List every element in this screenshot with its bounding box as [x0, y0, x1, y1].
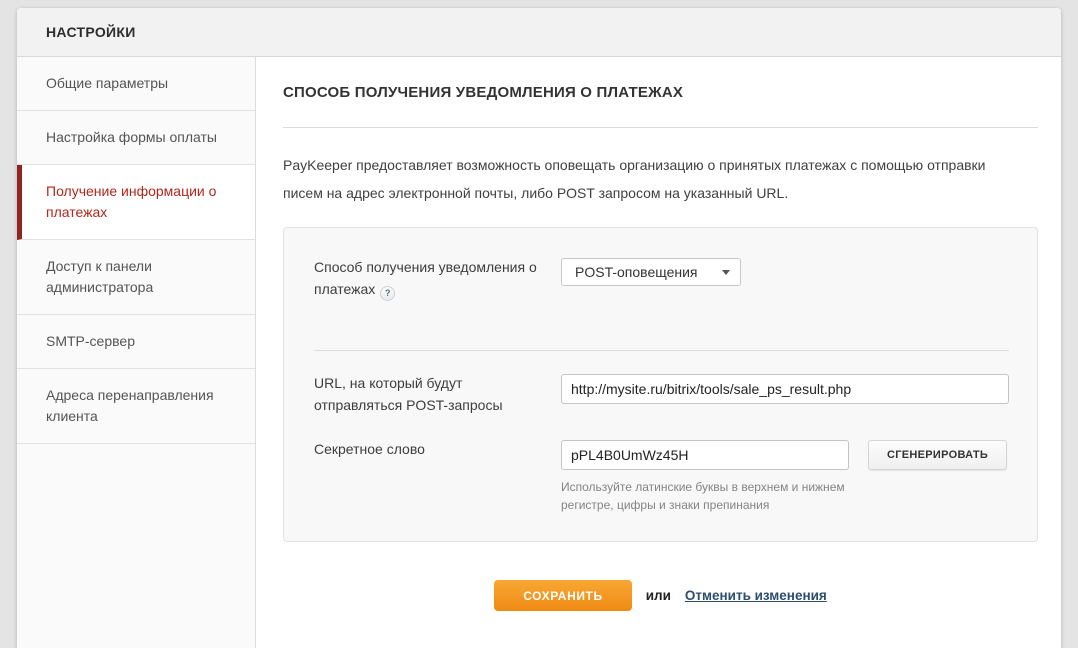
secret-word-field-group: СГЕНЕРИРОВАТЬ Используйте латинские букв…	[561, 438, 1007, 514]
settings-panel: Способ получения уведомления о платежах?…	[283, 227, 1038, 542]
secret-word-label: Секретное слово	[314, 438, 561, 460]
chevron-down-icon	[722, 270, 730, 275]
window-header: НАСТРОЙКИ	[17, 8, 1061, 57]
or-text: или	[646, 588, 671, 603]
notify-method-selected-value: POST-оповещения	[575, 264, 698, 280]
sidebar-item-payment-info[interactable]: Получение информации о платежах	[17, 165, 255, 240]
actions-row: СОХРАНИТЬ или Отменить изменения	[283, 580, 1038, 611]
cancel-link[interactable]: Отменить изменения	[685, 588, 827, 603]
notify-method-label: Способ получения уведомления о платежах?	[314, 256, 561, 301]
notify-method-row: Способ получения уведомления о платежах?…	[314, 256, 1009, 301]
secret-word-input[interactable]	[561, 440, 849, 470]
sidebar-item-label: Общие параметры	[46, 75, 168, 91]
page-title: СПОСОБ ПОЛУЧЕНИЯ УВЕДОМЛЕНИЯ О ПЛАТЕЖАХ	[283, 84, 1038, 101]
notify-method-select[interactable]: POST-оповещения	[561, 258, 741, 286]
post-url-label: URL, на который будут отправляться POST-…	[314, 372, 561, 416]
settings-window: НАСТРОЙКИ Общие параметры Настройка форм…	[17, 8, 1061, 648]
help-icon[interactable]: ?	[380, 286, 395, 301]
title-divider	[283, 127, 1038, 128]
sidebar-item-admin-access[interactable]: Доступ к панели администратора	[17, 240, 255, 315]
sidebar-item-label: Адреса перенаправления клиента	[46, 387, 214, 424]
sidebar-item-label: Доступ к панели администратора	[46, 258, 153, 295]
panel-divider	[314, 350, 1009, 351]
window-body: Общие параметры Настройка формы оплаты П…	[17, 57, 1061, 648]
post-url-input[interactable]	[561, 374, 1009, 404]
sidebar-item-payment-form[interactable]: Настройка формы оплаты	[17, 111, 255, 165]
settings-main-content: СПОСОБ ПОЛУЧЕНИЯ УВЕДОМЛЕНИЯ О ПЛАТЕЖАХ …	[256, 57, 1061, 648]
sidebar-item-general-params[interactable]: Общие параметры	[17, 57, 255, 111]
secret-word-input-row: СГЕНЕРИРОВАТЬ	[561, 438, 1007, 470]
post-url-row: URL, на который будут отправляться POST-…	[314, 372, 1009, 416]
intro-text: PayKeeper предоставляет возможность опов…	[283, 151, 1011, 207]
sidebar-item-label: SMTP-сервер	[46, 333, 135, 349]
secret-word-hint: Используйте латинские буквы в верхнем и …	[561, 478, 856, 514]
sidebar-item-label: Получение информации о платежах	[46, 183, 216, 220]
window-title: НАСТРОЙКИ	[46, 24, 136, 40]
sidebar-item-redirect-urls[interactable]: Адреса перенаправления клиента	[17, 369, 255, 444]
generate-button[interactable]: СГЕНЕРИРОВАТЬ	[868, 440, 1007, 470]
sidebar-item-label: Настройка формы оплаты	[46, 129, 217, 145]
settings-sidebar: Общие параметры Настройка формы оплаты П…	[17, 57, 256, 648]
sidebar-item-smtp-server[interactable]: SMTP-сервер	[17, 315, 255, 369]
secret-word-row: Секретное слово СГЕНЕРИРОВАТЬ Используйт…	[314, 438, 1009, 514]
save-button[interactable]: СОХРАНИТЬ	[494, 580, 632, 611]
